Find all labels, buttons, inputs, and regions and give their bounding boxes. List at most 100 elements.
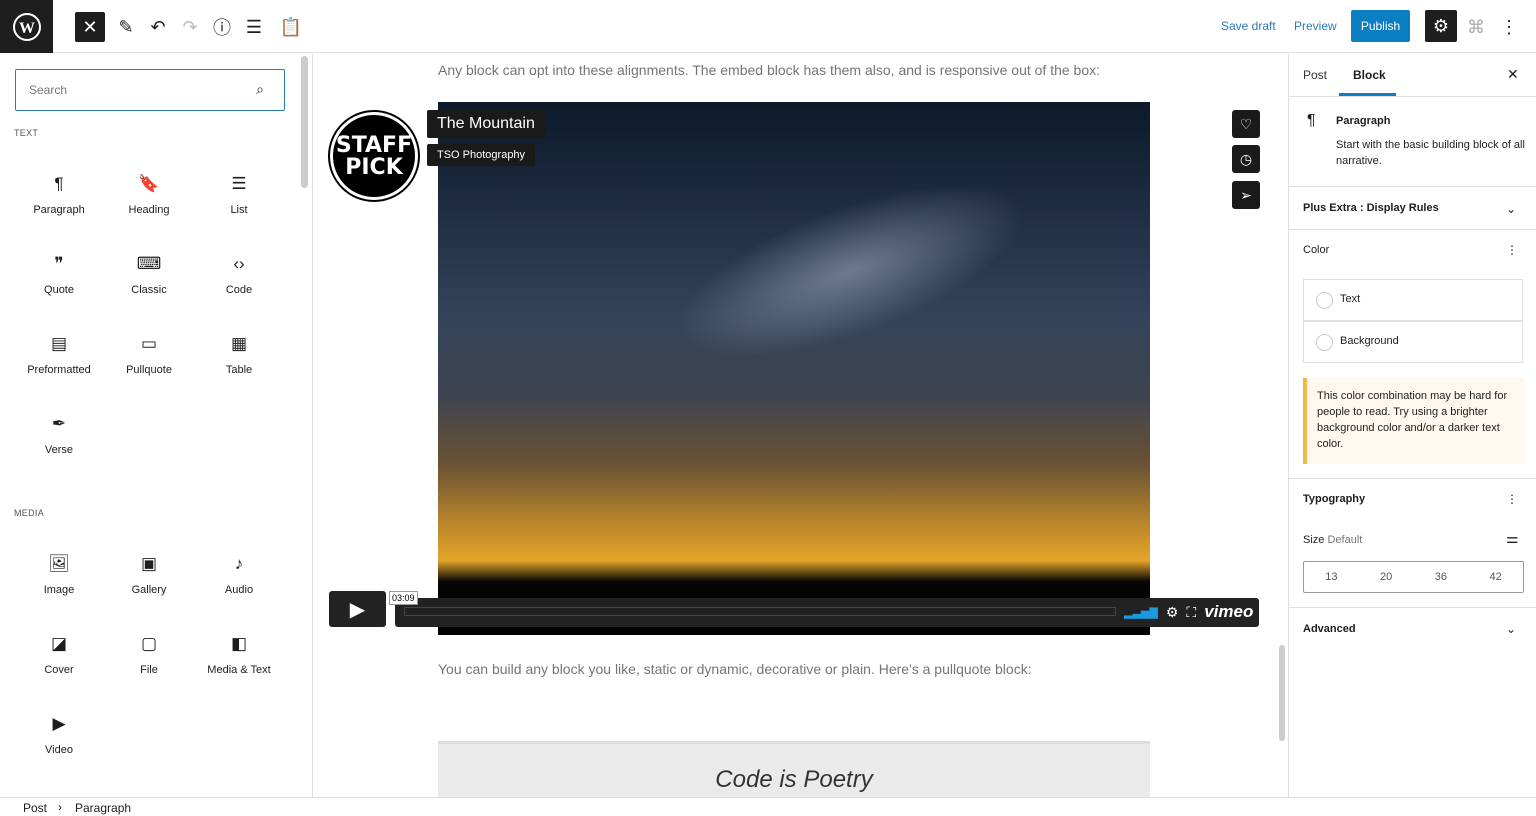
chevron-down-icon[interactable]: ⌄	[1506, 202, 1516, 216]
font-size-option[interactable]: 36	[1414, 562, 1469, 592]
block-icon: ▣	[140, 554, 158, 573]
block-icon: ◧	[230, 634, 248, 653]
block-file[interactable]: ▢ File	[104, 633, 194, 676]
block-label: Image	[43, 584, 75, 596]
clock-icon[interactable]: ◷	[1232, 145, 1260, 173]
edit-pencil-icon[interactable]: ✎	[111, 12, 141, 42]
block-label: Media & Text	[207, 664, 271, 676]
breadcrumb: Post › Paragraph	[0, 797, 1536, 816]
block-table[interactable]: ▦ Table	[194, 333, 284, 376]
size-label-text: Size	[1303, 534, 1325, 546]
paragraph-block[interactable]: You can build any block you like, static…	[438, 661, 1032, 677]
advanced-panel-toggle[interactable]: Advanced	[1303, 623, 1356, 635]
video-title[interactable]: The Mountain	[427, 110, 545, 138]
editor-scrollbar[interactable]	[1279, 645, 1285, 741]
block-preformatted[interactable]: ▤ Preformatted	[14, 333, 104, 376]
background-color-option[interactable]: Background	[1303, 321, 1523, 363]
block-gallery[interactable]: ▣ Gallery	[104, 553, 194, 596]
search-placeholder: Search	[29, 83, 68, 97]
video-controls: ▂▃▅▇ ⚙ ⛶ vimeo	[1124, 602, 1253, 622]
block-icon: ▤	[50, 334, 68, 353]
fullscreen-icon[interactable]: ⛶	[1186, 604, 1196, 621]
block-audio[interactable]: ♪ Audio	[194, 553, 284, 596]
tab-block[interactable]: Block	[1353, 68, 1386, 82]
volume-icon[interactable]: ▂▃▅▇	[1124, 606, 1158, 619]
block-icon: ▢	[140, 634, 158, 653]
video-embed[interactable]	[438, 102, 1150, 635]
staff-pick-badge: STAFF PICK	[328, 110, 420, 202]
video-progress-track[interactable]	[404, 607, 1116, 616]
block-pullquote[interactable]: ▭ Pullquote	[104, 333, 194, 376]
redo-icon[interactable]: ↷	[175, 12, 205, 42]
chevron-down-icon[interactable]: ⌄	[1506, 622, 1516, 636]
block-label: Gallery	[131, 584, 167, 596]
undo-icon[interactable]: ↶	[143, 12, 173, 42]
close-inserter-button[interactable]: ✕	[75, 12, 105, 42]
size-label: Size Default	[1303, 534, 1362, 546]
play-button[interactable]: ▶	[329, 591, 386, 627]
block-icon: ▦	[230, 334, 248, 353]
block-label: Cover	[44, 664, 74, 676]
media-section-label: MEDIA	[14, 508, 45, 518]
close-sidebar-icon[interactable]: ✕	[1507, 66, 1519, 83]
block-icon: ¶	[54, 174, 64, 193]
block-description: Start with the basic building block of a…	[1336, 139, 1525, 167]
block-icon: 🔖	[138, 174, 160, 193]
background-color-label: Background	[1340, 335, 1399, 347]
divider	[1289, 96, 1536, 97]
heart-icon[interactable]: ♡	[1232, 110, 1260, 138]
block-media-text[interactable]: ◧ Media & Text	[194, 633, 284, 676]
video-author[interactable]: TSO Photography	[427, 144, 536, 166]
block-icon: ❞	[54, 254, 64, 273]
breadcrumb-paragraph[interactable]: Paragraph	[75, 801, 131, 815]
pullquote-block[interactable]: Code is Poetry	[438, 741, 1150, 801]
block-label: List	[230, 204, 248, 216]
divider	[1289, 607, 1536, 608]
svg-text:W: W	[19, 20, 35, 37]
plus-extra-panel-toggle[interactable]: Plus Extra : Display Rules	[1303, 202, 1439, 214]
paragraph-block[interactable]: Any block can opt into these alignments.…	[438, 62, 1100, 78]
block-label: Preformatted	[27, 364, 91, 376]
settings-icon[interactable]: ⚙	[1166, 604, 1179, 621]
settings-gear-icon[interactable]: ⚙	[1425, 10, 1457, 42]
block-quote[interactable]: ❞ Quote	[14, 253, 104, 296]
block-heading[interactable]: 🔖 Heading	[104, 173, 194, 216]
block-image[interactable]: 🖼 Image	[14, 553, 104, 596]
font-size-option[interactable]: 13	[1304, 562, 1359, 592]
inserter-scrollbar[interactable]	[301, 56, 308, 188]
text-color-option[interactable]: Text	[1303, 279, 1523, 321]
search-input[interactable]: Search ⌕	[15, 69, 285, 111]
list-view-icon[interactable]: ☰	[239, 12, 269, 42]
color-swatch-icon	[1316, 292, 1333, 309]
block-icon: ‹›	[233, 254, 245, 273]
divider	[1289, 229, 1536, 230]
preview-button[interactable]: Preview	[1294, 19, 1337, 33]
block-classic[interactable]: ⌨ Classic	[104, 253, 194, 296]
typography-panel-title: Typography	[1303, 493, 1366, 505]
block-label: Audio	[224, 584, 254, 596]
breadcrumb-post[interactable]: Post	[23, 801, 47, 815]
clipboard-icon[interactable]: 📋	[276, 12, 306, 42]
block-label: Heading	[128, 204, 170, 216]
info-icon[interactable]: ⓘ	[207, 12, 237, 42]
typography-options-icon[interactable]: ⋮	[1506, 492, 1518, 506]
block-cover[interactable]: ◪ Cover	[14, 633, 104, 676]
block-video[interactable]: ▶ Video	[14, 713, 104, 756]
share-icon[interactable]: ➢	[1232, 181, 1260, 209]
save-draft-button[interactable]: Save draft	[1221, 19, 1276, 33]
block-list[interactable]: ☰ List	[194, 173, 284, 216]
font-size-option[interactable]: 42	[1468, 562, 1523, 592]
block-label: Table	[225, 364, 253, 376]
custom-size-icon[interactable]: ⚌	[1506, 530, 1519, 547]
block-verse[interactable]: ✒ Verse	[14, 413, 104, 456]
tab-post[interactable]: Post	[1303, 68, 1327, 82]
plugin-icon[interactable]: ⌘	[1461, 12, 1491, 42]
block-code[interactable]: ‹› Code	[194, 253, 284, 296]
wordpress-logo-button[interactable]: W	[0, 0, 53, 53]
publish-button[interactable]: Publish	[1351, 10, 1410, 42]
vimeo-logo[interactable]: vimeo	[1204, 602, 1253, 622]
more-options-icon[interactable]: ⋮	[1494, 12, 1524, 42]
block-paragraph[interactable]: ¶ Paragraph	[14, 173, 104, 216]
color-options-icon[interactable]: ⋮	[1506, 243, 1518, 257]
font-size-option[interactable]: 20	[1359, 562, 1414, 592]
